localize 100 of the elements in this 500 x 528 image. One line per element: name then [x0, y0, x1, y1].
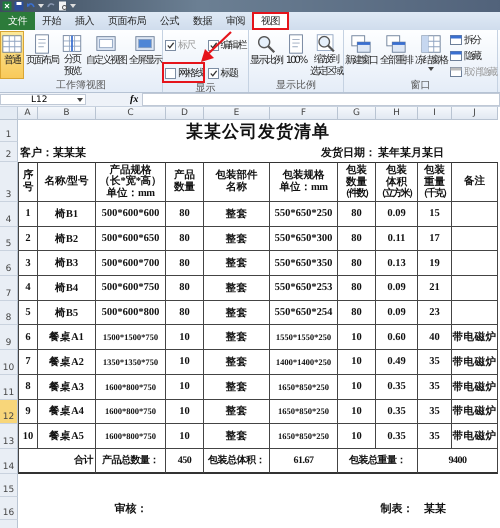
ribbon-button[interactable]: 页面布局	[25, 31, 59, 79]
formula-field[interactable]	[142, 93, 500, 106]
table-cell: 椅B4	[38, 276, 96, 301]
table-cell: 80	[166, 251, 204, 276]
column-heading: 产品规格	[110, 164, 152, 176]
spreadsheet-app-icon[interactable]	[2, 1, 12, 11]
table-cell: 500*600*650	[96, 226, 166, 252]
checkbox-option[interactable]: 网格线	[165, 65, 204, 81]
column-header[interactable]: B	[38, 107, 96, 120]
checkbox-option[interactable]: 标题	[208, 65, 238, 81]
button-label-line[interactable]: 自定义视图	[86, 55, 126, 66]
column-heading: 名称	[226, 182, 247, 194]
row-header[interactable]: 13	[0, 424, 18, 449]
ribbon-button[interactable]: 全屏显示	[128, 31, 162, 79]
row-header[interactable]: 2	[0, 142, 18, 162]
function-label[interactable]: fx	[130, 94, 138, 105]
row-header[interactable]: 1	[0, 120, 18, 142]
ribbon-button[interactable]: 冻结窗格	[414, 31, 448, 79]
row-header[interactable]: 5	[0, 226, 18, 252]
column-header[interactable]: G	[338, 107, 376, 120]
button-label-line[interactable]: 选定区域	[310, 66, 342, 77]
column-header[interactable]: J	[452, 107, 498, 120]
column-header[interactable]: E	[204, 107, 270, 120]
unit-note: （件数）	[340, 188, 372, 200]
ribbon-tab[interactable]: 公式	[153, 12, 186, 30]
table-cell: 10	[166, 374, 204, 400]
ribbon-button[interactable]: 100%	[284, 31, 308, 79]
row-header[interactable]: 14	[0, 448, 18, 474]
row-header[interactable]: 6	[0, 251, 18, 276]
ribbon-tab[interactable]: 数据	[186, 12, 219, 30]
table-cell: 10	[166, 350, 204, 375]
save-icon[interactable]	[14, 1, 24, 11]
caret-icon[interactable]	[38, 4, 44, 8]
ribbon-button[interactable]: 分页 预览	[60, 31, 84, 79]
table-cell: 6	[18, 325, 38, 350]
button-label-line[interactable]: 全部重排	[380, 55, 412, 66]
name-box[interactable]: L12	[0, 94, 86, 105]
row-header[interactable]: 16	[0, 496, 18, 520]
row-header[interactable]: 11	[0, 374, 18, 400]
checkbox[interactable]	[208, 68, 218, 78]
row-header[interactable]: 8	[0, 300, 18, 326]
table-cell: 带电磁炉	[452, 424, 498, 449]
ribbon-tab[interactable]: 视图	[252, 12, 289, 30]
row-header[interactable]: 7	[0, 276, 18, 301]
table-cell: 餐桌A3	[38, 374, 96, 400]
button-label-line[interactable]: 普通	[4, 55, 20, 66]
ribbon-button[interactable]: 缩放到 选定区域	[309, 31, 343, 79]
ribbon-tab[interactable]: 开始	[35, 12, 68, 30]
column-header[interactable]: I	[418, 107, 452, 120]
table-cell: 整套	[204, 300, 270, 326]
checkbox-option[interactable]: 编辑栏	[208, 37, 246, 53]
button-label-line[interactable]: 全屏显示	[129, 55, 161, 66]
button-label-line[interactable]: 新建窗口	[345, 55, 377, 66]
table-cell: 1650*850*250	[270, 424, 338, 449]
column-heading: 重量	[424, 176, 445, 188]
row-header[interactable]: 3	[0, 162, 18, 202]
row-header[interactable]: 10	[0, 350, 18, 375]
table-cell: 整套	[204, 325, 270, 350]
ribbon-button[interactable]: 自定义视图	[85, 31, 127, 79]
group-label: 显示比例	[275, 80, 317, 92]
table-cell: 2	[18, 226, 38, 252]
button-label-line[interactable]: 显示比例	[250, 55, 282, 66]
ribbon-button[interactable]: 新建窗口	[344, 31, 378, 79]
ribbon-button[interactable]: 显示比例	[249, 31, 283, 79]
row-header[interactable]: 4	[0, 202, 18, 227]
ribbon-small-button[interactable]: 拆分	[449, 33, 497, 47]
row-header[interactable]: 15	[0, 474, 18, 497]
empty-cell	[452, 202, 498, 227]
checkbox[interactable]	[165, 68, 176, 78]
ribbon-tab[interactable]: 页面布局	[101, 12, 153, 30]
ribbon-button[interactable]: 普通	[0, 31, 24, 79]
caret-icon[interactable]	[70, 4, 76, 8]
column-header[interactable]: F	[270, 107, 338, 120]
column-header[interactable]: C	[96, 107, 166, 120]
total-cell: 9400	[418, 448, 498, 474]
table-cell: 550*650*250	[270, 202, 338, 227]
button-label-line[interactable]: 100%	[286, 55, 306, 66]
ribbon-small-button[interactable]: 隐藏	[449, 49, 497, 63]
ribbon-tab[interactable]: 插入	[68, 12, 101, 30]
button-label-line[interactable]: 预览	[64, 66, 80, 77]
column-header[interactable]: D	[166, 107, 204, 120]
row-header[interactable]: 9	[0, 325, 18, 350]
table-cell: 1600*800*750	[96, 374, 166, 400]
stacked-windows-icon	[385, 33, 407, 55]
button-label-line[interactable]: 冻结窗格	[415, 55, 447, 66]
pane-icon	[450, 35, 462, 45]
ribbon-tab[interactable]: 文件	[0, 12, 35, 30]
empty-cell	[452, 251, 498, 276]
row-header[interactable]: 12	[0, 400, 18, 424]
button-label-line[interactable]: 页面布局	[26, 55, 58, 66]
column-header[interactable]: A	[18, 107, 38, 120]
print-preview-icon[interactable]	[58, 1, 68, 11]
table-cell: 餐桌A1	[38, 325, 96, 350]
button-label-line[interactable]: 缩放到	[314, 54, 338, 66]
button-label-line[interactable]: 分页	[64, 54, 80, 66]
column-header[interactable]: H	[376, 107, 418, 120]
pane-icon	[450, 67, 462, 77]
total-cell: 450	[166, 448, 204, 474]
ribbon-tab[interactable]: 审阅	[219, 12, 252, 30]
ribbon-button[interactable]: 全部重排	[379, 31, 413, 79]
